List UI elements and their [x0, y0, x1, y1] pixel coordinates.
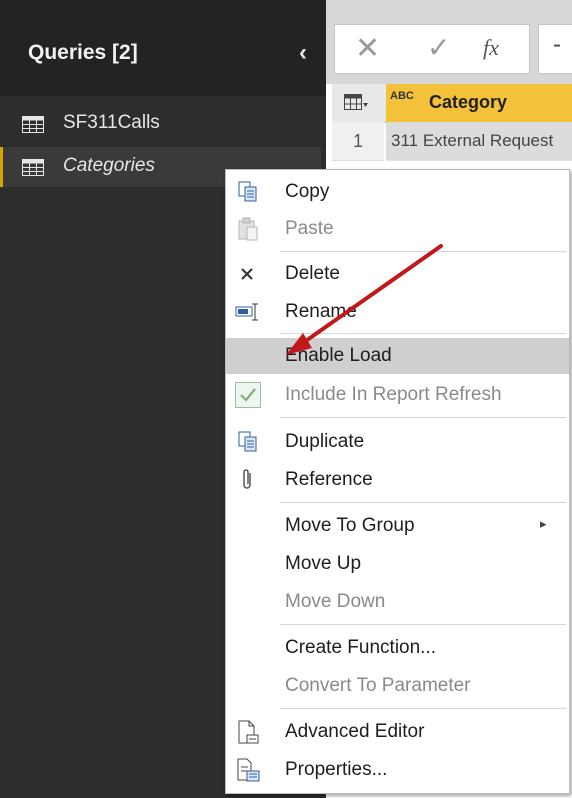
annotation-arrow-icon: [286, 244, 443, 355]
